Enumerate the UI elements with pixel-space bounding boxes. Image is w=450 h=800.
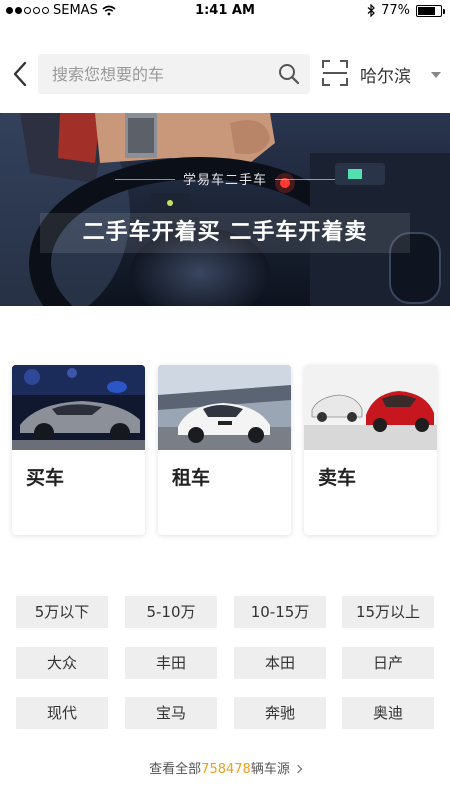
- battery-icon: [416, 4, 445, 17]
- view-all-link[interactable]: 查看全部758478辆车源: [0, 758, 450, 777]
- search-box[interactable]: [38, 54, 310, 94]
- tag-brand-nissan[interactable]: 日产: [342, 647, 434, 679]
- tag-brand-audi[interactable]: 奥迪: [342, 697, 434, 729]
- banner-subtitle: 学易车二手车: [182, 173, 267, 188]
- buy-car-image: [12, 365, 145, 450]
- view-all-prefix: 查看全部: [149, 762, 202, 777]
- dropdown-icon: [431, 71, 441, 78]
- bluetooth-icon: [367, 4, 375, 17]
- tag-brand-hyundai[interactable]: 现代: [16, 697, 108, 729]
- banner-title: 二手车开着买 二手车开着卖: [40, 213, 410, 253]
- tag-price-10-15[interactable]: 10-15万: [234, 596, 326, 628]
- search-input[interactable]: [52, 64, 272, 84]
- tag-brand-honda[interactable]: 本田: [234, 647, 326, 679]
- back-button[interactable]: [8, 58, 32, 90]
- tag-brand-mercedes[interactable]: 奔驰: [234, 697, 326, 729]
- view-all-suffix: 辆车源: [250, 762, 290, 777]
- battery-fill: [418, 6, 435, 15]
- tag-brand-volkswagen[interactable]: 大众: [16, 647, 108, 679]
- card-buy-car-label: 买车: [26, 467, 65, 489]
- search-header: 哈尔滨: [0, 44, 450, 104]
- tag-price-over-15[interactable]: 15万以上: [342, 596, 434, 628]
- battery-percent: 77%: [381, 3, 410, 18]
- card-sell-car[interactable]: 卖车: [304, 365, 437, 535]
- service-cards: 买车 租车 卖车: [12, 365, 438, 535]
- tag-price-under-5[interactable]: 5万以下: [16, 596, 108, 628]
- tag-brand-toyota[interactable]: 丰田: [125, 647, 217, 679]
- search-icon[interactable]: [278, 63, 300, 85]
- city-selector[interactable]: 哈尔滨: [360, 62, 441, 87]
- rent-car-image: [158, 365, 291, 450]
- card-rent-car[interactable]: 租车: [158, 365, 291, 535]
- card-buy-car[interactable]: 买车: [12, 365, 145, 535]
- status-right: 77%: [367, 3, 445, 18]
- scan-icon[interactable]: [322, 60, 348, 86]
- listing-count: 758478: [201, 762, 251, 777]
- banner-image: [0, 113, 450, 306]
- back-icon: [13, 61, 27, 87]
- chevron-right-icon: [293, 764, 303, 774]
- card-sell-car-label: 卖车: [318, 467, 357, 489]
- sell-car-image: [304, 365, 437, 450]
- city-name: 哈尔滨: [360, 67, 411, 87]
- status-bar: SEMAS 1:41 AM 77%: [0, 0, 450, 22]
- card-rent-car-label: 租车: [172, 467, 211, 489]
- tag-brand-bmw[interactable]: 宝马: [125, 697, 217, 729]
- promo-banner[interactable]: 学易车二手车 二手车开着买 二手车开着卖: [0, 113, 450, 306]
- tag-price-5-10[interactable]: 5-10万: [125, 596, 217, 628]
